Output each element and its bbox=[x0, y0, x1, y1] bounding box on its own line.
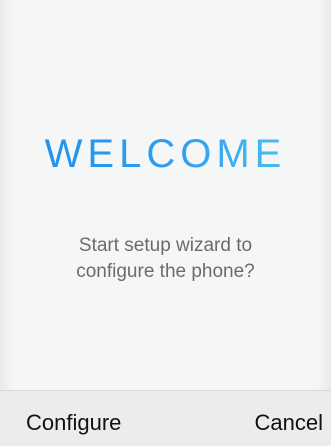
configure-softkey[interactable]: Configure bbox=[26, 409, 121, 437]
cancel-softkey[interactable]: Cancel bbox=[255, 409, 323, 437]
welcome-screen: WELCOME Start setup wizard to configure … bbox=[0, 0, 331, 446]
welcome-title: WELCOME bbox=[14, 130, 317, 178]
left-edge-shade bbox=[0, 0, 13, 446]
setup-prompt-line-2: configure the phone? bbox=[76, 261, 255, 282]
setup-prompt: Start setup wizard to configure the phon… bbox=[14, 233, 317, 285]
softkey-bar: Configure Cancel bbox=[0, 390, 331, 446]
welcome-content: WELCOME Start setup wizard to configure … bbox=[14, 0, 317, 390]
right-edge-shade bbox=[318, 0, 331, 446]
setup-prompt-line-1: Start setup wizard to bbox=[78, 235, 253, 256]
